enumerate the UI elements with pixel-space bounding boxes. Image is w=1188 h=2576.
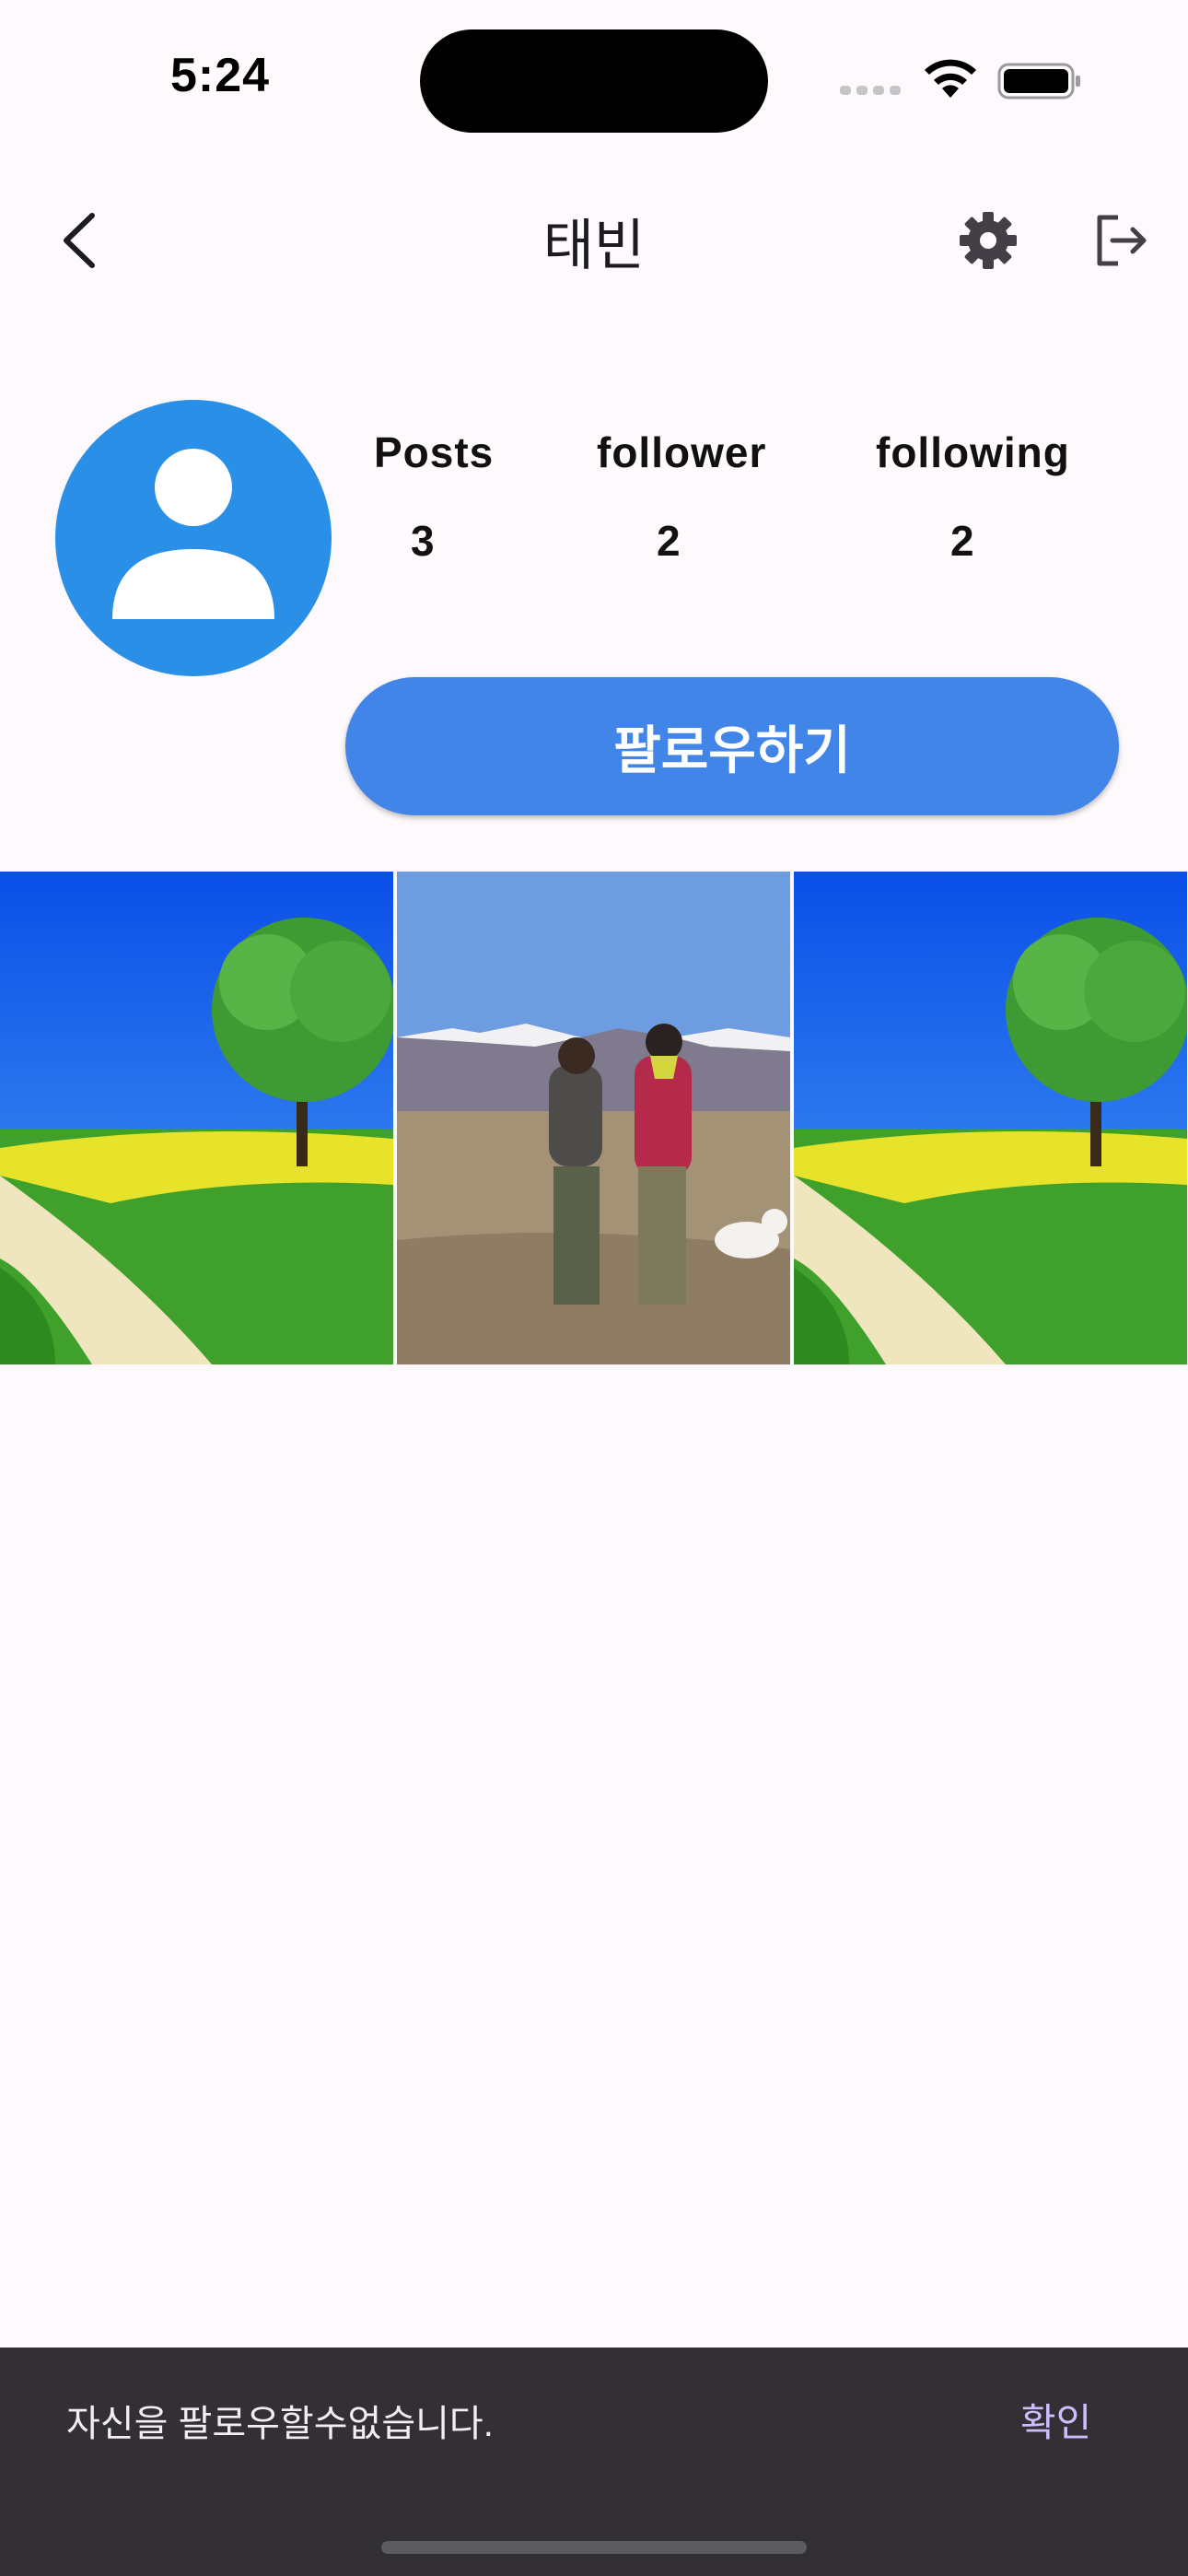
logout-icon[interactable] [1090, 210, 1151, 271]
hikers-mountain-image [397, 872, 790, 1364]
wifi-icon [925, 59, 976, 98]
landscape-tree-image [794, 872, 1187, 1364]
following-label: following [876, 428, 1070, 476]
post-thumbnail[interactable] [794, 872, 1187, 1364]
follow-button[interactable]: 팔로우하기 [345, 677, 1119, 815]
battery-icon [997, 63, 1080, 100]
avatar [55, 400, 332, 676]
post-grid [0, 872, 1188, 1364]
landscape-tree-image [0, 872, 393, 1364]
status-time: 5:24 [170, 49, 271, 102]
dynamic-island [420, 29, 768, 133]
following-count: 2 [950, 517, 974, 565]
follower-count: 2 [657, 517, 681, 565]
cellular-signal-icon [840, 83, 906, 96]
person-icon [112, 449, 274, 619]
snackbar-confirm-button[interactable]: 확인 [1020, 2392, 1091, 2448]
posts-count: 3 [411, 517, 435, 565]
post-thumbnail[interactable] [0, 872, 393, 1364]
post-thumbnail[interactable] [397, 872, 790, 1364]
posts-label: Posts [374, 428, 495, 476]
follower-label: follower [597, 428, 767, 476]
snackbar-message: 자신을 팔로우할수없습니다. [66, 2404, 494, 2444]
settings-gear-icon[interactable] [958, 210, 1019, 271]
home-indicator[interactable] [381, 2541, 807, 2554]
